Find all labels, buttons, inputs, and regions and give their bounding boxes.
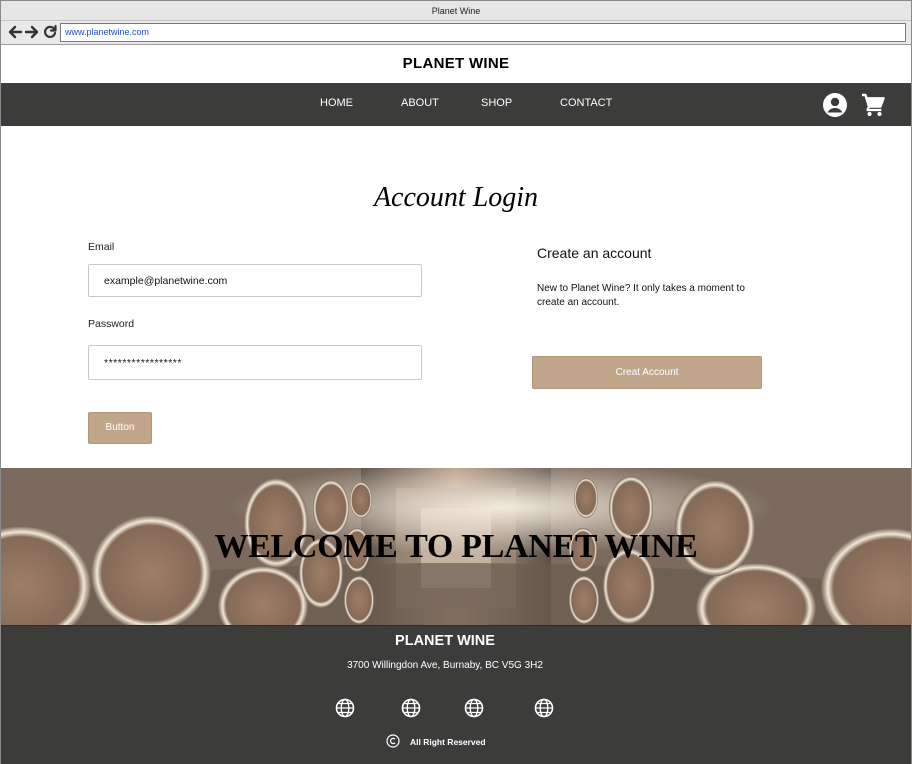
window-title: Planet Wine: [1, 1, 911, 21]
create-account-heading: Create an account: [537, 245, 652, 261]
nav-home[interactable]: HOME: [320, 97, 353, 110]
email-field[interactable]: [88, 264, 422, 297]
globe-icon[interactable]: [401, 698, 421, 718]
reload-icon[interactable]: [42, 24, 58, 40]
email-label: Email: [88, 241, 115, 253]
globe-icon[interactable]: [534, 698, 554, 718]
cart-icon[interactable]: [860, 92, 886, 118]
nav-shop[interactable]: SHOP: [481, 97, 512, 110]
site-brand[interactable]: PLANET WINE: [1, 46, 911, 83]
url-bar[interactable]: www.planetwine.com: [60, 23, 906, 42]
login-button[interactable]: Button: [88, 412, 152, 444]
globe-icon[interactable]: [464, 698, 484, 718]
copyright-icon: [386, 734, 400, 748]
globe-icon[interactable]: [335, 698, 355, 718]
main-nav: HOME ABOUT SHOP CONTACT: [1, 83, 911, 126]
nav-about[interactable]: ABOUT: [401, 97, 439, 110]
copyright-text: All Right Reserved: [410, 737, 486, 747]
create-account-button[interactable]: Creat Account: [532, 356, 762, 389]
password-field[interactable]: [88, 345, 422, 380]
footer-brand: PLANET WINE: [395, 633, 495, 649]
nav-contact[interactable]: CONTACT: [560, 97, 612, 110]
back-arrow-icon[interactable]: [7, 24, 23, 40]
account-icon[interactable]: [822, 92, 848, 118]
password-label: Password: [88, 318, 135, 330]
create-account-text: New to Planet Wine? It only takes a mome…: [537, 283, 745, 308]
browser-toolbar: www.planetwine.com: [1, 21, 911, 45]
forward-arrow-icon[interactable]: [24, 24, 40, 40]
footer-address: 3700 Willingdon Ave, Burnaby, BC V5G 3H2: [347, 660, 543, 671]
hero-heading: WELCOME TO PLANET WINE: [214, 528, 698, 565]
browser-window: Planet Wine www.planetwine.com PLANET WI…: [0, 0, 912, 764]
page-title: Account Login: [373, 182, 539, 213]
